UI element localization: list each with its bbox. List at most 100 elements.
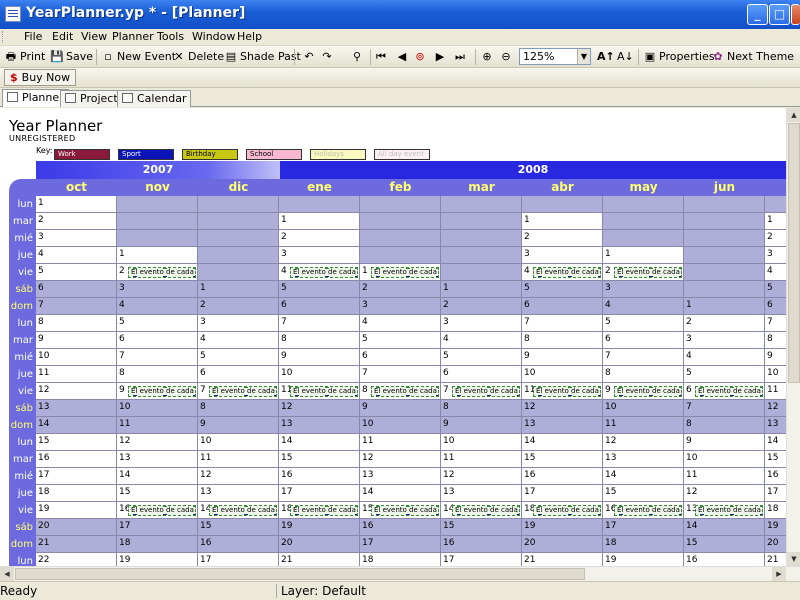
resize-handle-icon[interactable] [193, 514, 195, 515]
menu-window[interactable]: Window [192, 30, 235, 43]
resize-handle-icon[interactable] [619, 276, 623, 277]
horizontal-scrollbar[interactable]: ◀ ▶ [0, 566, 800, 581]
day-cell[interactable]: 5 [117, 315, 198, 332]
next-theme-button[interactable]: ✿ Next Theme [711, 49, 794, 65]
resize-handle-icon[interactable] [700, 506, 704, 507]
day-cell[interactable]: 13 [198, 485, 279, 502]
event-bar[interactable]: El evento de cada [290, 267, 358, 278]
day-cell[interactable]: 7 [117, 349, 198, 366]
day-cell[interactable]: 2 El evento de cada [603, 264, 684, 281]
previous-button[interactable]: ◀ [395, 49, 411, 65]
day-cell[interactable]: 14 [684, 519, 765, 536]
day-cell[interactable]: 10 [360, 417, 441, 434]
day-cell[interactable]: 11 [603, 417, 684, 434]
buy-now-button[interactable]: $ Buy Now [4, 69, 77, 86]
resize-handle-icon[interactable] [214, 395, 218, 396]
day-cell[interactable]: 17 [279, 485, 360, 502]
day-cell[interactable]: 15 [684, 536, 765, 553]
day-cell[interactable]: 9 [36, 332, 117, 349]
day-cell[interactable]: 11 El evento de cada [522, 383, 603, 400]
day-cell[interactable]: 13 [603, 451, 684, 468]
day-cell[interactable]: 2 [36, 213, 117, 230]
day-cell[interactable]: 2 [279, 230, 360, 247]
resize-handle-icon[interactable] [598, 268, 600, 269]
day-cell[interactable]: 10 [522, 366, 603, 383]
resize-handle-icon[interactable] [274, 514, 276, 515]
event-bar[interactable]: El evento de cada [614, 386, 682, 397]
resize-handle-icon[interactable] [214, 506, 218, 507]
day-cell[interactable]: 16 [441, 536, 522, 553]
day-cell[interactable]: 16 El evento de cada [117, 502, 198, 519]
day-cell[interactable]: 16 [198, 536, 279, 553]
undo-button[interactable]: ↶ [302, 49, 318, 65]
day-cell[interactable]: 6 [765, 298, 786, 315]
event-bar[interactable]: El evento de cada [695, 386, 763, 397]
resize-handle-icon[interactable] [436, 268, 438, 269]
day-cell[interactable]: 6 [603, 332, 684, 349]
day-cell[interactable]: 18 [765, 502, 786, 519]
day-cell[interactable]: 7 [522, 315, 603, 332]
resize-handle-icon[interactable] [274, 387, 276, 388]
resize-handle-icon[interactable] [355, 395, 357, 396]
day-cell[interactable]: 12 [765, 400, 786, 417]
resize-handle-icon[interactable] [538, 387, 542, 388]
day-cell[interactable]: 6 [441, 366, 522, 383]
day-cell[interactable]: 1 [765, 213, 786, 230]
resize-handle-icon[interactable] [436, 514, 438, 515]
resize-handle-icon[interactable] [568, 514, 572, 515]
today-button[interactable]: ⊚ [413, 49, 429, 65]
day-cell[interactable]: 18 El evento de cada [522, 502, 603, 519]
planner-canvas[interactable]: Year Planner UNREGISTERED Key: Work Sport… [0, 108, 786, 566]
day-cell[interactable]: 12 [603, 434, 684, 451]
day-cell[interactable]: 9 El evento de cada [603, 383, 684, 400]
day-cell[interactable]: 16 [360, 519, 441, 536]
resize-handle-icon[interactable] [598, 276, 600, 277]
resize-handle-icon[interactable] [376, 268, 380, 269]
day-cell[interactable]: 20 [765, 536, 786, 553]
resize-handle-icon[interactable] [598, 387, 600, 388]
resize-handle-icon[interactable] [700, 387, 704, 388]
menu-tools[interactable]: Tools [157, 30, 184, 43]
resize-handle-icon[interactable] [133, 514, 137, 515]
resize-handle-icon[interactable] [163, 506, 167, 507]
day-cell[interactable]: 2 [684, 315, 765, 332]
resize-handle-icon[interactable] [619, 387, 623, 388]
day-cell[interactable]: 17 [198, 553, 279, 566]
resize-handle-icon[interactable] [538, 268, 542, 269]
day-cell[interactable]: 21 [36, 536, 117, 553]
resize-handle-icon[interactable] [244, 395, 248, 396]
tab-calendar[interactable]: Calendar [117, 90, 192, 107]
resize-handle-icon[interactable] [568, 387, 572, 388]
zoom-out-button[interactable]: ⊖ [499, 49, 515, 65]
day-cell[interactable]: 19 [117, 553, 198, 566]
day-cell[interactable]: 17 [36, 468, 117, 485]
day-cell[interactable]: 4 [36, 247, 117, 264]
day-cell[interactable]: 7 [603, 349, 684, 366]
day-cell[interactable]: 12 [279, 400, 360, 417]
resize-handle-icon[interactable] [214, 387, 218, 388]
resize-handle-icon[interactable] [619, 506, 623, 507]
day-cell[interactable]: 6 [36, 281, 117, 298]
day-cell[interactable]: 16 [279, 468, 360, 485]
day-cell[interactable]: 17 [765, 485, 786, 502]
resize-handle-icon[interactable] [517, 506, 519, 507]
day-cell[interactable]: 3 [522, 247, 603, 264]
day-cell[interactable]: 2 El evento de cada [117, 264, 198, 281]
day-cell[interactable]: 14 [360, 485, 441, 502]
zoom-in-button[interactable]: ⊕ [480, 49, 496, 65]
resize-handle-icon[interactable] [700, 395, 704, 396]
resize-handle-icon[interactable] [295, 395, 299, 396]
day-cell[interactable]: 13 [117, 451, 198, 468]
resize-handle-icon[interactable] [436, 395, 438, 396]
event-bar[interactable]: El evento de cada [452, 386, 520, 397]
resize-handle-icon[interactable] [649, 268, 653, 269]
day-cell[interactable]: 22 [36, 553, 117, 566]
close-button[interactable] [791, 4, 800, 25]
resize-handle-icon[interactable] [193, 276, 195, 277]
resize-handle-icon[interactable] [568, 268, 572, 269]
resize-handle-icon[interactable] [244, 506, 248, 507]
resize-handle-icon[interactable] [517, 395, 519, 396]
resize-handle-icon[interactable] [163, 395, 167, 396]
event-bar[interactable]: El evento de cada [128, 386, 196, 397]
resize-handle-icon[interactable] [730, 506, 734, 507]
